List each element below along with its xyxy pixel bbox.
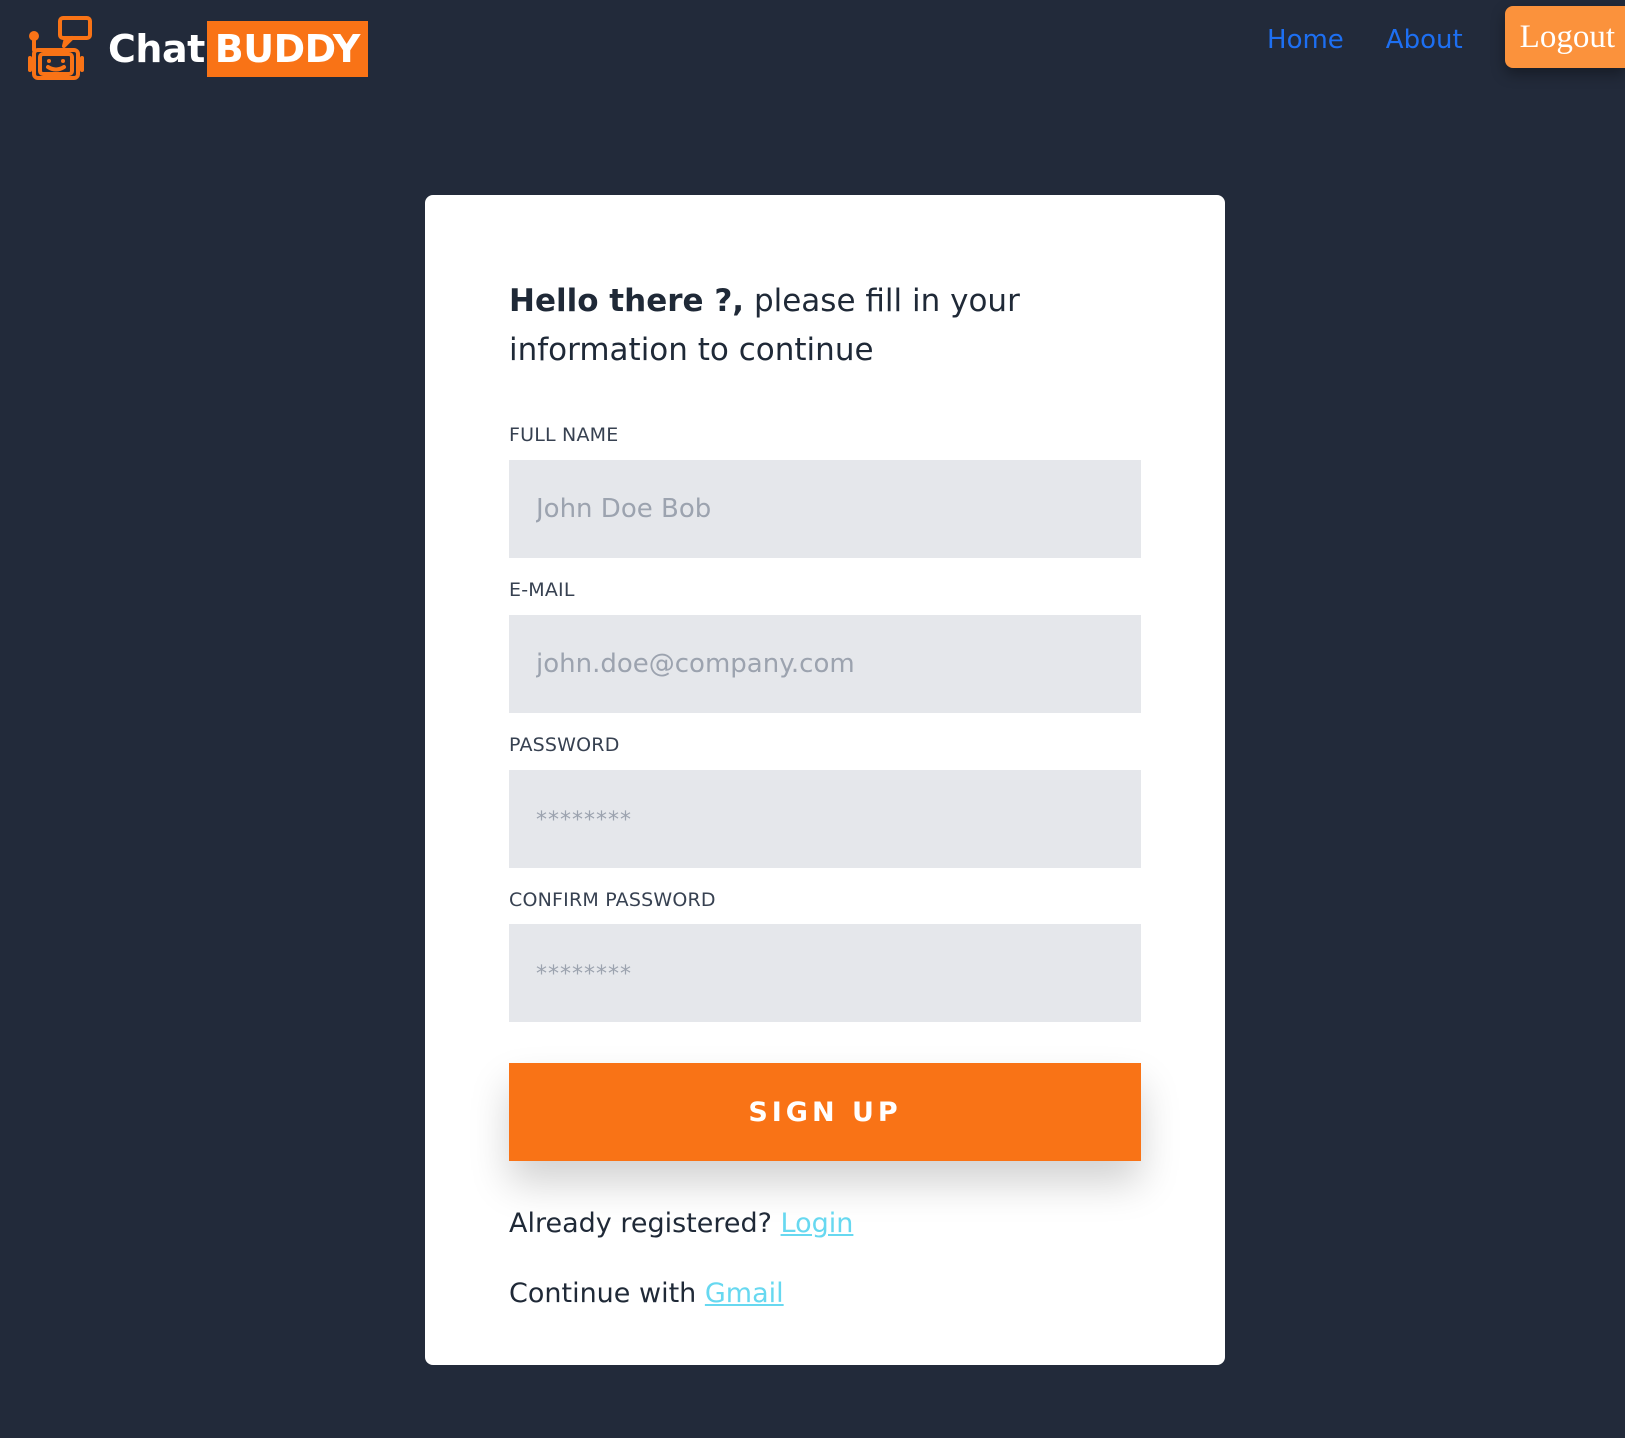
top-navbar: Chat BUDDY Home About Logout bbox=[0, 0, 1625, 110]
full-name-label: FULL NAME bbox=[509, 424, 619, 446]
full-name-input[interactable] bbox=[509, 460, 1141, 558]
nav-about-link[interactable]: About bbox=[1386, 25, 1463, 55]
nav-home-link[interactable]: Home bbox=[1267, 25, 1344, 55]
email-input[interactable] bbox=[509, 615, 1141, 713]
continue-with-text: Continue with bbox=[509, 1278, 697, 1309]
already-registered-text: Already registered? bbox=[509, 1208, 772, 1239]
brand-logo-link[interactable]: Chat BUDDY bbox=[26, 14, 368, 84]
main-nav: Home About Logout bbox=[1267, 0, 1625, 80]
signup-card: Hello there ?, please fill in your infor… bbox=[425, 195, 1225, 1365]
password-input[interactable] bbox=[509, 770, 1141, 868]
brand-name-chat: Chat bbox=[108, 27, 205, 71]
email-label: E-MAIL bbox=[509, 579, 575, 601]
robot-chat-icon bbox=[28, 16, 92, 80]
login-link[interactable]: Login bbox=[781, 1208, 854, 1239]
already-registered-line: Already registered? Login bbox=[509, 1208, 853, 1239]
greeting-heading: Hello there ?, please fill in your infor… bbox=[509, 277, 1069, 375]
sign-up-button[interactable]: SIGN UP bbox=[509, 1063, 1141, 1161]
continue-with-line: Continue with Gmail bbox=[509, 1278, 784, 1309]
brand-name-buddy: BUDDY bbox=[206, 21, 368, 77]
logout-button[interactable]: Logout bbox=[1504, 6, 1625, 68]
password-label: PASSWORD bbox=[509, 734, 620, 756]
confirm-password-label: CONFIRM PASSWORD bbox=[509, 889, 716, 911]
brand-name: Chat BUDDY bbox=[108, 21, 368, 77]
gmail-link[interactable]: Gmail bbox=[705, 1278, 784, 1309]
confirm-password-input[interactable] bbox=[509, 924, 1141, 1022]
greeting-bold: Hello there ?, bbox=[509, 283, 745, 319]
